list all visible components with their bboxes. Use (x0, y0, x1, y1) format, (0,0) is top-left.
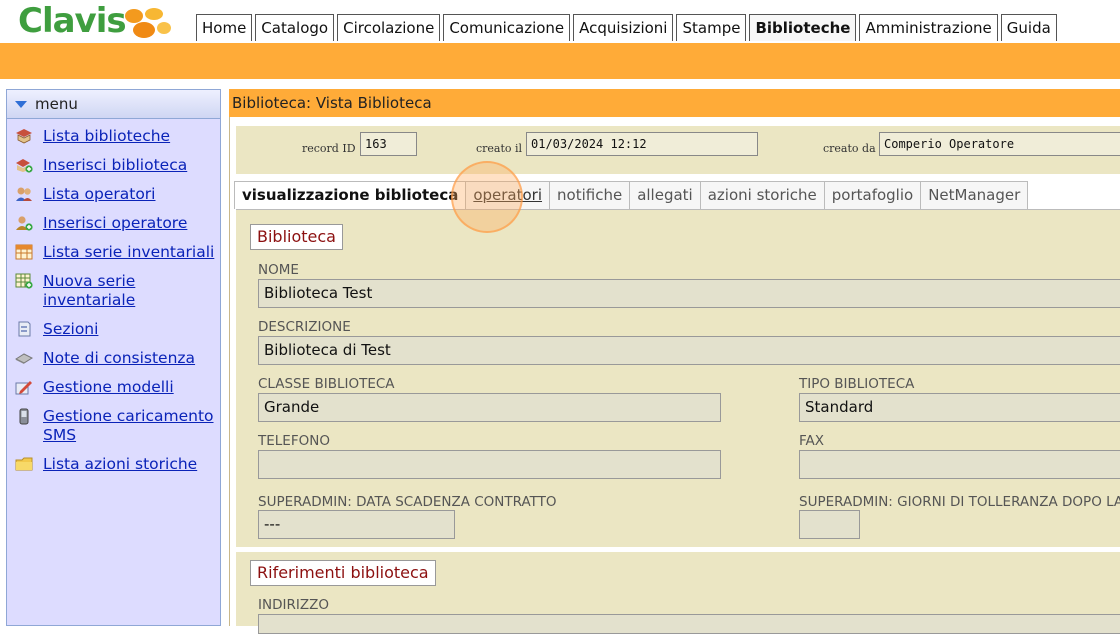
add-library-icon (15, 156, 33, 174)
tolerance-days-label: SUPERADMIN: GIORNI DI TOLLERANZA DOPO LA… (799, 494, 1120, 510)
tab-visualizzazione-biblioteca[interactable]: visualizzazione biblioteca (234, 181, 467, 209)
class-label: CLASSE BIBLIOTECA (258, 376, 395, 392)
fax-field (799, 450, 1120, 479)
sidebar-link-inserisci-operatore[interactable]: Inserisci operatore (43, 214, 187, 233)
grid-icon (15, 243, 33, 261)
sidebar-link-lista-operatori[interactable]: Lista operatori (43, 185, 156, 204)
address-label: INDIRIZZO (258, 597, 329, 613)
sidebar-item-nuova-serie-inventariale[interactable]: Nuova serie inventariale (15, 272, 220, 310)
created-field: 01/03/2024 12:12 (526, 132, 758, 156)
tab-netmanager[interactable]: NetManager (921, 181, 1029, 209)
nav-tab-stampe[interactable]: Stampe (676, 14, 747, 41)
type-field: Standard (799, 393, 1120, 422)
contract-expiry-field: --- (258, 510, 455, 539)
nav-tab-amministrazione[interactable]: Amministrazione (859, 14, 998, 41)
folder-icon (15, 455, 33, 473)
sidebar-title: menu (35, 95, 78, 113)
nav-tab-catalogo[interactable]: Catalogo (255, 14, 335, 41)
nav-tab-comunicazione[interactable]: Comunicazione (443, 14, 571, 41)
sidebar-item-inserisci-biblioteca[interactable]: Inserisci biblioteca (15, 156, 220, 175)
nav-tab-guida[interactable]: Guida (1000, 14, 1057, 41)
sidebar-link-note-di-consistenza[interactable]: Note di consistenza (43, 349, 195, 368)
class-field: Grande (258, 393, 721, 422)
name-label: NOME (258, 262, 299, 278)
sidebar-item-note-di-consistenza[interactable]: Note di consistenza (15, 349, 220, 368)
sidebar-link-gestione-modelli[interactable]: Gestione modelli (43, 378, 174, 397)
section-icon (15, 320, 33, 338)
sidebar-link-lista-azioni-storiche[interactable]: Lista azioni storiche (43, 455, 197, 474)
library-section: Biblioteca NOME Biblioteca Test DESCRIZI… (236, 209, 1120, 547)
triangle-down-icon (15, 101, 27, 108)
add-grid-icon (15, 272, 33, 290)
record-info-bar: record ID 163 creato il 01/03/2024 12:12… (236, 126, 1120, 174)
phone-field (258, 450, 721, 479)
edit-icon (15, 378, 33, 396)
library-tabs: visualizzazione biblioteca operatori not… (234, 181, 1029, 209)
fax-label: FAX (799, 433, 825, 449)
type-label: TIPO BIBLIOTECA (799, 376, 915, 392)
main-content: record ID 163 creato il 01/03/2024 12:12… (229, 117, 1120, 634)
nav-tab-acquisizioni[interactable]: Acquisizioni (573, 14, 674, 41)
sidebar-menu: menu Lista biblioteche Inserisci bibliot… (6, 89, 221, 626)
phone-label: TELEFONO (258, 433, 330, 449)
nav-tab-home[interactable]: Home (196, 14, 253, 41)
tab-operatori[interactable]: operatori (466, 181, 551, 209)
sidebar-link-lista-serie-inventariali[interactable]: Lista serie inventariali (43, 243, 214, 262)
sidebar-link-sezioni[interactable]: Sezioni (43, 320, 98, 339)
address-field (258, 614, 1120, 634)
sidebar-item-gestione-modelli[interactable]: Gestione modelli (15, 378, 220, 397)
sidebar-item-sezioni[interactable]: Sezioni (15, 320, 220, 339)
clavis-logo[interactable]: Clavis (18, 1, 171, 41)
logo-text: Clavis (18, 1, 127, 41)
sidebar-link-lista-biblioteche[interactable]: Lista biblioteche (43, 127, 170, 146)
references-legend: Riferimenti biblioteca (250, 560, 436, 586)
sidebar-header[interactable]: menu (7, 90, 220, 119)
nav-tab-circolazione[interactable]: Circolazione (337, 14, 441, 41)
tab-azioni-storiche[interactable]: azioni storiche (700, 181, 825, 209)
logo-splash-icon (125, 8, 171, 38)
add-user-icon (15, 214, 33, 232)
tolerance-days-field (799, 510, 860, 539)
name-field: Biblioteca Test (258, 279, 1120, 308)
sidebar-item-lista-operatori[interactable]: Lista operatori (15, 185, 220, 204)
contract-expiry-label: SUPERADMIN: DATA SCADENZA CONTRATTO (258, 494, 557, 510)
description-field: Biblioteca di Test (258, 336, 1120, 365)
sidebar-item-lista-biblioteche[interactable]: Lista biblioteche (15, 127, 220, 146)
phone-icon (15, 407, 33, 425)
sidebar-link-inserisci-biblioteca[interactable]: Inserisci biblioteca (43, 156, 187, 175)
nav-tab-biblioteche[interactable]: Biblioteche (749, 14, 857, 41)
record-id-field: 163 (360, 132, 417, 156)
description-label: DESCRIZIONE (258, 319, 351, 335)
header-bar (0, 43, 1120, 79)
sidebar-link-nuova-serie-inventariale[interactable]: Nuova serie inventariale (43, 272, 220, 310)
tab-notifiche[interactable]: notifiche (550, 181, 631, 209)
tab-allegati[interactable]: allegati (630, 181, 701, 209)
sidebar-item-inserisci-operatore[interactable]: Inserisci operatore (15, 214, 220, 233)
eraser-icon (15, 349, 33, 367)
library-legend: Biblioteca (250, 224, 343, 250)
created-label: creato il (476, 142, 523, 155)
users-icon (15, 185, 33, 203)
sidebar-item-lista-serie-inventariali[interactable]: Lista serie inventariali (15, 243, 220, 262)
record-id-label: record ID (302, 142, 356, 155)
main-navigation: Home Catalogo Circolazione Comunicazione… (196, 14, 1060, 42)
page-title: Biblioteca: Vista Biblioteca (229, 89, 1120, 117)
created-by-field: Comperio Operatore (879, 132, 1120, 156)
created-by-label: creato da (823, 142, 876, 155)
tab-portafoglio[interactable]: portafoglio (824, 181, 922, 209)
library-icon (15, 127, 33, 145)
sidebar-link-gestione-caricamento-sms[interactable]: Gestione caricamento SMS (43, 407, 220, 445)
sidebar-item-gestione-caricamento-sms[interactable]: Gestione caricamento SMS (15, 407, 220, 445)
references-section: Riferimenti biblioteca INDIRIZZO (236, 552, 1120, 634)
sidebar-item-lista-azioni-storiche[interactable]: Lista azioni storiche (15, 455, 220, 474)
